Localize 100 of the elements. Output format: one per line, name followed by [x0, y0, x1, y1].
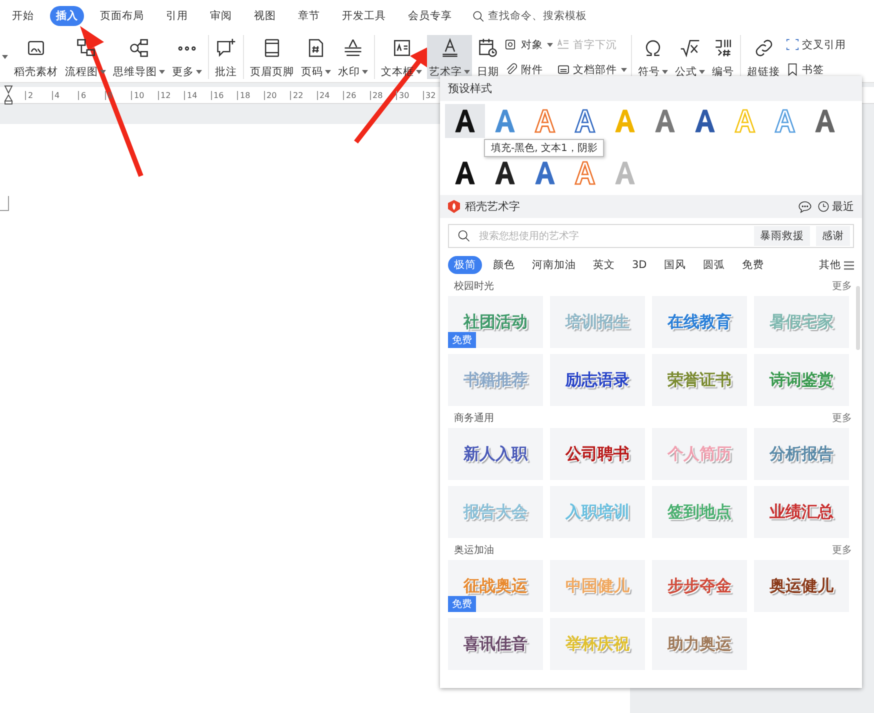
ribbon-button[interactable]: 日期 — [475, 35, 501, 79]
category-tab[interactable]: 颜色 — [487, 256, 521, 274]
ribbon-button[interactable]: 思维导图 — [111, 35, 167, 79]
letter-a-icon — [574, 109, 596, 133]
wordart-template[interactable]: 业绩汇总 — [754, 486, 849, 538]
ribbon-button[interactable]: 书签 — [785, 62, 846, 77]
wordart-template[interactable]: 喜讯佳音 — [448, 618, 543, 670]
caret-icon[interactable] — [100, 70, 106, 74]
category-tab[interactable]: 3D — [626, 257, 653, 273]
ribbon-button[interactable]: 批注 — [213, 35, 239, 79]
category-tab[interactable]: 河南加油 — [526, 256, 582, 274]
hot-word-button[interactable]: 暴雨救援 — [754, 226, 810, 246]
search-field[interactable]: 搜索您想使用的艺术字 暴雨救援 感谢 — [448, 224, 854, 248]
letter-a-icon — [454, 161, 476, 185]
category-tab[interactable]: 免费 — [736, 256, 770, 274]
category-tab[interactable]: 国风 — [658, 256, 692, 274]
menu-tab[interactable]: 章节 — [292, 6, 326, 26]
ribbon-button[interactable]: 流程图 — [63, 35, 108, 79]
menu-tab[interactable]: 插入 — [50, 6, 84, 26]
caret-icon[interactable] — [416, 70, 422, 74]
menu-tab[interactable]: 页面布局 — [94, 6, 150, 26]
scrollbar[interactable] — [856, 286, 860, 350]
tooltip: 填充-黑色, 文本1，阴影 — [484, 139, 604, 157]
category-tab[interactable]: 圆弧 — [696, 256, 731, 274]
ruler-number: 26 — [343, 90, 370, 100]
ruler-number: 8 — [104, 90, 131, 100]
ruler-number: 18 — [237, 90, 264, 100]
ruler-number: 2 — [25, 90, 52, 100]
caret-icon[interactable] — [699, 70, 705, 74]
ribbon-button[interactable]: 对象 — [504, 37, 553, 52]
caret-icon[interactable] — [362, 70, 368, 74]
menu-tab[interactable]: 开始 — [6, 6, 40, 26]
caret-icon[interactable] — [662, 70, 668, 74]
wordart-template[interactable]: 在线教育 — [652, 296, 747, 348]
more-link[interactable]: 更多 — [832, 411, 852, 425]
ruler-number: 10 — [131, 90, 158, 100]
indent-marker-icon[interactable] — [4, 85, 13, 105]
ruler-number: 4 — [52, 90, 78, 100]
free-badge: 免费 — [448, 596, 476, 612]
letter-a-icon — [614, 161, 636, 185]
section-title: 预设样式 — [440, 76, 862, 101]
letter-a-icon — [494, 161, 516, 185]
other-menu-button[interactable]: 其他 — [819, 258, 854, 272]
ribbon-button[interactable]: 更多 — [170, 35, 204, 79]
menu-tab[interactable]: 审阅 — [204, 6, 238, 26]
letter-a-icon — [494, 109, 516, 133]
chat-bubble-icon[interactable] — [798, 200, 812, 214]
menu-tab[interactable]: 开发工具 — [336, 6, 392, 26]
caret-icon[interactable] — [2, 55, 8, 59]
wordart-template[interactable]: 新人入职 — [448, 428, 543, 480]
menu-tab[interactable]: 视图 — [248, 6, 282, 26]
wordart-template[interactable]: 社团活动 免费 — [448, 296, 543, 348]
ribbon-button[interactable]: 稻壳素材 — [12, 35, 60, 79]
ribbon-button[interactable]: 公式 — [673, 35, 707, 79]
margin-corner-mark — [0, 196, 9, 211]
paperclip-icon — [504, 62, 519, 77]
ribbon-button[interactable]: 页码 — [299, 35, 333, 79]
command-search-field[interactable]: 查找命令、搜索模板 — [472, 10, 608, 22]
hot-word-button[interactable]: 感谢 — [816, 226, 850, 246]
ribbon-button[interactable]: 符号 — [636, 35, 670, 79]
wordart-template[interactable]: 荣誉证书 — [652, 354, 747, 406]
caret-icon[interactable] — [464, 70, 470, 74]
ribbon-button[interactable]: 附件 — [504, 62, 553, 77]
letter-a-icon — [774, 109, 796, 133]
wordart-template[interactable]: 奥运健儿 — [754, 560, 849, 612]
ribbon-button[interactable]: 文档部件 — [556, 62, 627, 77]
more-link[interactable]: 更多 — [832, 543, 852, 557]
wordart-template[interactable]: 征战奥运 免费 — [448, 560, 543, 612]
ribbon-button[interactable]: 交叉引用 — [785, 37, 846, 52]
ruler-number: 28 — [370, 90, 396, 100]
recent-button[interactable]: 最近 — [817, 199, 854, 214]
caret-icon[interactable] — [196, 70, 202, 74]
ribbon-button[interactable]: 编号 — [710, 35, 736, 79]
letter-a-icon — [454, 109, 476, 133]
menu-tab[interactable]: 会员专享 — [402, 6, 458, 26]
wordart-template[interactable]: 助力奥运 — [652, 618, 747, 670]
caret-icon[interactable] — [621, 68, 627, 72]
square-root-icon — [679, 37, 701, 59]
wordart-template[interactable]: 步步夺金 — [652, 560, 747, 612]
wordart-template[interactable]: 励志语录 — [550, 354, 645, 406]
ribbon-button[interactable]: 水印 — [336, 35, 370, 79]
menu-tab[interactable]: 引用 — [160, 6, 194, 26]
caret-icon[interactable] — [325, 70, 331, 74]
caret-icon[interactable] — [159, 70, 165, 74]
letter-a-icon — [574, 161, 596, 185]
ruler-number: 20 — [264, 90, 290, 100]
wordart-template[interactable]: 公司聘书 — [550, 428, 645, 480]
wordart-style[interactable] — [445, 104, 485, 138]
ribbon-button[interactable]: 艺术字 — [427, 35, 472, 79]
ruler-number: 14 — [184, 90, 210, 100]
ruler-number: 16 — [210, 90, 237, 100]
category-tab[interactable]: 英文 — [587, 256, 621, 274]
ribbon-button[interactable]: 页眉页脚 — [248, 35, 296, 79]
letter-a-icon — [734, 109, 756, 133]
category-tab[interactable]: 极简 — [448, 256, 482, 274]
more-link[interactable]: 更多 — [832, 279, 852, 293]
group-title: 商务通用 — [454, 412, 494, 425]
mindmap-icon — [128, 37, 150, 59]
more-dots-icon — [178, 46, 196, 50]
caret-icon[interactable] — [547, 42, 553, 46]
